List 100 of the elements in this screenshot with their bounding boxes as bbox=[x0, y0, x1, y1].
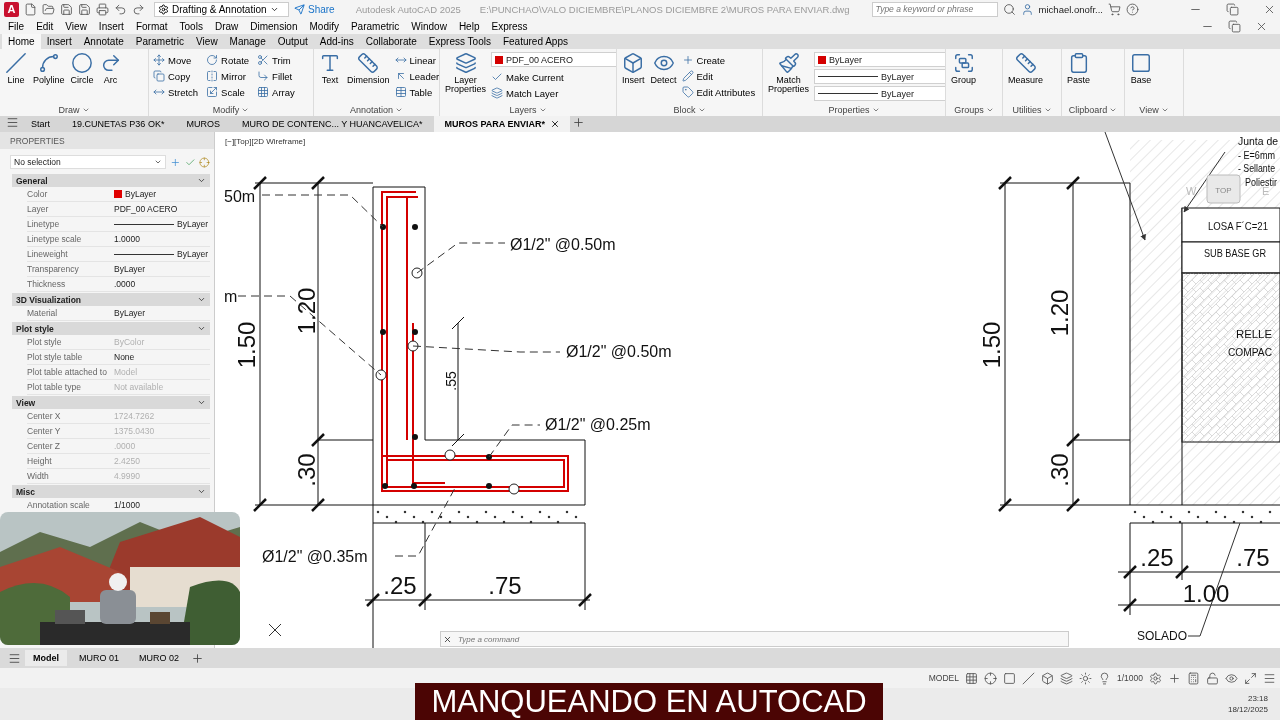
panel-title[interactable]: View bbox=[1125, 104, 1183, 116]
ribbon-tab[interactable]: Collaborate bbox=[359, 34, 423, 49]
ribbon-tool-button[interactable]: Text bbox=[318, 52, 342, 104]
ribbon-tab[interactable]: Manage bbox=[223, 34, 272, 49]
file-tab[interactable]: MURO DE CONTENC... Y HUANCAVELICA* bbox=[231, 116, 433, 132]
user-icon[interactable] bbox=[1020, 2, 1034, 16]
layout-tab[interactable]: MURO 01 bbox=[71, 650, 127, 666]
ribbon-tool-button[interactable]: Line bbox=[4, 52, 28, 104]
file-tab[interactable]: MUROS bbox=[176, 116, 230, 132]
menu-item[interactable]: Format bbox=[129, 18, 174, 34]
sun-icon[interactable] bbox=[1079, 671, 1092, 685]
ribbon-tab[interactable]: Home bbox=[2, 34, 41, 49]
section-header[interactable]: Misc bbox=[12, 485, 210, 498]
cart-icon[interactable] bbox=[1108, 2, 1121, 16]
square-icon[interactable] bbox=[1003, 671, 1016, 685]
command-input[interactable]: Type a command bbox=[456, 632, 1066, 646]
ribbon-tab[interactable]: Featured Apps bbox=[496, 34, 574, 49]
add-icon[interactable] bbox=[1168, 671, 1181, 685]
ribbon-tab[interactable]: Annotate bbox=[77, 34, 130, 49]
ribbon-tool-button[interactable]: Arc bbox=[98, 52, 123, 104]
calculator-icon[interactable] bbox=[1187, 671, 1200, 685]
ribbon-tool-button[interactable]: Dimension bbox=[346, 52, 391, 104]
menu-item[interactable]: Insert bbox=[92, 18, 130, 34]
section-header[interactable]: General bbox=[12, 174, 210, 187]
ribbon-tool-button[interactable]: Array bbox=[257, 84, 295, 100]
ribbon-tool-button[interactable]: Rotate bbox=[206, 52, 250, 68]
model-space-button[interactable]: MODEL bbox=[928, 673, 959, 683]
lightbulb-icon[interactable] bbox=[1098, 671, 1111, 685]
menu-item[interactable]: Help bbox=[452, 18, 486, 34]
ribbon-tool-button[interactable]: Layer Properties bbox=[444, 52, 488, 104]
ribbon-tool-button[interactable]: Edit Attributes bbox=[681, 84, 756, 100]
ribbon-tool-button[interactable]: Mirror bbox=[206, 68, 250, 84]
print-icon[interactable] bbox=[96, 2, 109, 16]
ribbon-tab[interactable]: Express Tools bbox=[422, 34, 497, 49]
snap-icon[interactable] bbox=[984, 671, 997, 685]
ribbon-tool-button[interactable]: Linear bbox=[394, 52, 439, 68]
share-button[interactable]: Share bbox=[294, 3, 335, 15]
menu-item[interactable]: File bbox=[2, 18, 31, 34]
unlock-icon[interactable] bbox=[1206, 671, 1219, 685]
open-folder-icon[interactable] bbox=[42, 2, 55, 16]
restore-icon[interactable] bbox=[1226, 2, 1239, 16]
ribbon-tool-button[interactable]: Insert bbox=[621, 52, 646, 104]
menu-item[interactable]: Draw bbox=[208, 18, 245, 34]
file-tab[interactable]: MUROS PARA ENVIAR* bbox=[434, 116, 570, 132]
ribbon-tool-button[interactable]: Measure bbox=[1007, 52, 1044, 104]
menu-item[interactable]: Window bbox=[405, 18, 453, 34]
section-header[interactable]: 3D Visualization bbox=[12, 293, 210, 306]
search-icon[interactable] bbox=[1002, 2, 1016, 16]
panel-title[interactable]: Draw bbox=[0, 104, 148, 116]
box-icon[interactable] bbox=[1041, 671, 1054, 685]
layers-icon[interactable] bbox=[1060, 671, 1073, 685]
ribbon-tab[interactable]: View bbox=[190, 34, 224, 49]
ribbon-tool-button[interactable]: Polyline bbox=[32, 52, 66, 104]
viewport-controls[interactable]: [−][Top][2D Wireframe] bbox=[225, 137, 306, 146]
save-as-icon[interactable] bbox=[78, 2, 91, 16]
section-header[interactable]: View bbox=[12, 396, 210, 409]
panel-title[interactable]: Utilities bbox=[1003, 104, 1061, 116]
file-tab[interactable]: Start bbox=[21, 116, 60, 132]
property-dropdown[interactable]: ByLayer bbox=[814, 86, 945, 101]
ribbon-tool-button[interactable]: Make Current bbox=[491, 69, 616, 85]
ribbon-tab[interactable]: Output bbox=[271, 34, 314, 49]
file-tab[interactable]: 19.CUNETAS P36 OK* bbox=[62, 116, 175, 132]
menu-icon[interactable] bbox=[1263, 671, 1276, 685]
redo-icon[interactable] bbox=[132, 2, 145, 16]
check-icon[interactable] bbox=[184, 156, 196, 168]
menu-icon[interactable] bbox=[8, 651, 21, 665]
save-icon[interactable] bbox=[60, 2, 73, 16]
layout-tab[interactable]: Model bbox=[25, 650, 67, 666]
ribbon-tool-button[interactable]: Create bbox=[681, 52, 756, 68]
workspace-dropdown[interactable]: Drafting & Annotation bbox=[154, 1, 289, 17]
ribbon-tool-button[interactable]: Leader bbox=[394, 68, 439, 84]
ribbon-tool-button[interactable]: Group bbox=[950, 52, 977, 104]
menu-item[interactable]: Modify bbox=[303, 18, 345, 34]
panel-title[interactable]: Groups bbox=[946, 104, 1002, 116]
undo-icon[interactable] bbox=[114, 2, 127, 16]
panel-title[interactable]: Clipboard bbox=[1062, 104, 1124, 116]
menu-item[interactable]: Edit bbox=[30, 18, 60, 34]
layer-dropdown[interactable]: PDF_00 ACERO bbox=[491, 52, 616, 67]
search-field[interactable]: Type a keyword or phrase bbox=[871, 1, 998, 17]
help-icon[interactable] bbox=[1126, 2, 1139, 16]
menu-item[interactable]: View bbox=[59, 18, 93, 34]
settings-icon[interactable] bbox=[1149, 671, 1162, 685]
property-dropdown[interactable]: ByLayer bbox=[814, 69, 945, 84]
panel-title[interactable]: Properties bbox=[763, 104, 945, 116]
ribbon-tool-button[interactable]: Base bbox=[1129, 52, 1153, 104]
ribbon-tool-button[interactable]: Copy bbox=[153, 68, 199, 84]
menu-item[interactable]: Parametric bbox=[344, 18, 406, 34]
add-icon[interactable] bbox=[191, 651, 205, 665]
ribbon-tool-button[interactable]: Edit bbox=[681, 68, 756, 84]
ribbon-tool-button[interactable]: Detect bbox=[649, 52, 678, 104]
section-header[interactable]: Plot style bbox=[12, 322, 210, 335]
ribbon-tool-button[interactable]: Stretch bbox=[153, 84, 199, 100]
ribbon-tool-button[interactable]: Move bbox=[153, 52, 199, 68]
menu-item[interactable]: Dimension bbox=[244, 18, 304, 34]
layout-tab[interactable]: MURO 02 bbox=[131, 650, 188, 666]
ribbon-tool-button[interactable]: Scale bbox=[206, 84, 250, 100]
selection-dropdown[interactable]: No selection bbox=[10, 155, 166, 169]
property-dropdown[interactable]: ByLayer bbox=[814, 52, 945, 67]
menu-icon[interactable] bbox=[6, 116, 19, 129]
panel-title[interactable]: Layers bbox=[440, 104, 616, 116]
